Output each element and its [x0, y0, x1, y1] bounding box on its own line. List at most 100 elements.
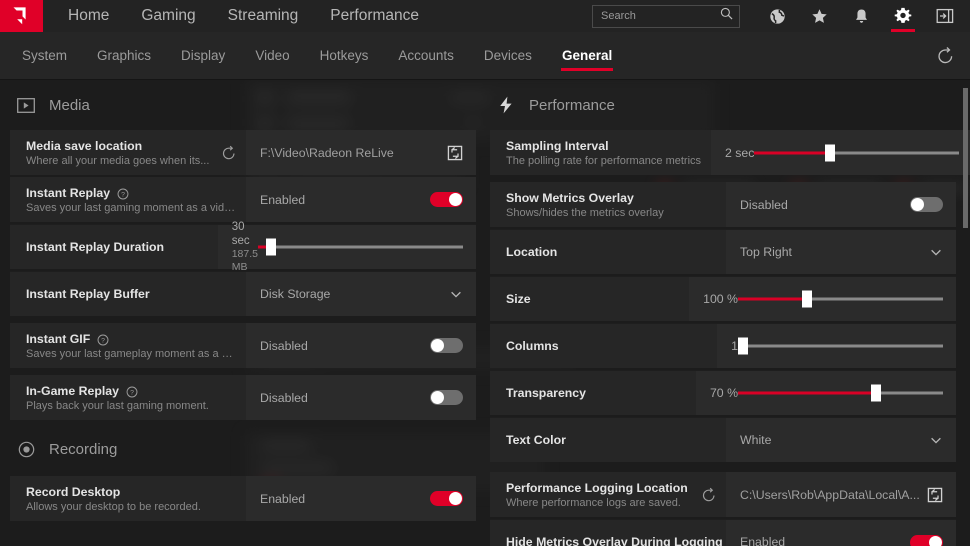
tab-video[interactable]: Video [240, 32, 304, 80]
tab-general[interactable]: General [547, 32, 627, 80]
settings-columns: Media Media save location Where all your… [0, 80, 970, 546]
nav-item-gaming[interactable]: Gaming [125, 0, 211, 32]
tab-devices[interactable]: Devices [469, 32, 547, 80]
section-title: Performance [529, 97, 615, 114]
tab-hotkeys[interactable]: Hotkeys [305, 32, 384, 80]
chevron-down-icon[interactable] [929, 245, 943, 259]
toggle-instant-replay[interactable] [430, 192, 463, 207]
amd-logo[interactable] [0, 0, 43, 32]
browse-icon[interactable] [927, 487, 943, 503]
row-control-area[interactable]: C:\Users\Rob\AppData\Local\A... [726, 472, 956, 517]
search-icon [720, 7, 733, 25]
reset-icon[interactable] [221, 145, 237, 161]
search-placeholder: Search [601, 10, 720, 22]
toggle-hide-metrics-overlay[interactable] [910, 535, 943, 546]
slider-sampling-interval[interactable] [754, 145, 959, 161]
right-column: Performance Sampling Interval The pollin… [490, 80, 956, 546]
chevron-down-icon[interactable] [449, 287, 463, 301]
setting-row-instant-replay-buffer[interactable]: Instant Replay Buffer Disk Storage [10, 271, 476, 316]
toggle-in-game-replay[interactable] [430, 390, 463, 405]
main-nav: Home Gaming Streaming Performance [52, 0, 435, 32]
toggle-record-desktop[interactable] [430, 491, 463, 506]
row-label-area: Instant GIF ? Saves your last gameplay m… [10, 323, 246, 368]
setting-title: Sampling Interval [506, 139, 609, 153]
slider-instant-replay-duration[interactable] [258, 239, 463, 255]
top-bar: Home Gaming Streaming Performance Search [0, 0, 970, 32]
setting-title: Show Metrics Overlay [506, 191, 634, 205]
reset-icon[interactable] [934, 45, 956, 67]
gear-icon[interactable] [882, 0, 924, 32]
setting-row-instant-replay[interactable]: Instant Replay ? Saves your last gaming … [10, 177, 476, 222]
help-icon[interactable]: ? [117, 187, 129, 199]
row-label-area: Size [490, 277, 689, 321]
row-control-area[interactable]: Disabled [246, 323, 476, 368]
row-control-area[interactable]: 30 sec 187.5 MB [218, 225, 476, 269]
nav-item-streaming[interactable]: Streaming [212, 0, 315, 32]
row-control-area[interactable]: Enabled [246, 177, 476, 222]
panel-toggle-icon[interactable] [924, 0, 966, 32]
slider-size[interactable] [738, 291, 943, 307]
row-control-area[interactable]: 1 [717, 324, 956, 368]
slider-columns[interactable] [738, 338, 943, 354]
performance-icon [497, 96, 515, 114]
setting-row-sampling-interval[interactable]: Sampling Interval The polling rate for p… [490, 130, 956, 175]
globe-icon[interactable] [756, 0, 798, 32]
row-control-area[interactable]: 100 % [689, 277, 956, 321]
setting-row-show-metrics-overlay[interactable]: Show Metrics Overlay Shows/hides the met… [490, 182, 956, 227]
row-control-area[interactable]: Disabled [726, 182, 956, 227]
tab-graphics[interactable]: Graphics [82, 32, 166, 80]
setting-value: Disabled [260, 339, 308, 353]
toggle-show-metrics-overlay[interactable] [910, 197, 943, 212]
row-control-area[interactable]: Disabled [246, 375, 476, 420]
row-control-area[interactable]: F:\Video\Radeon ReLive [246, 130, 476, 175]
row-control-area[interactable]: Enabled [246, 476, 476, 521]
row-label-area: Columns [490, 324, 717, 368]
setting-row-performance-logging-location[interactable]: Performance Logging Location Where perfo… [490, 472, 956, 517]
row-control-area[interactable]: 70 % [696, 371, 956, 415]
star-icon[interactable] [798, 0, 840, 32]
tab-label: Accounts [398, 48, 454, 63]
setting-row-instant-gif[interactable]: Instant GIF ? Saves your last gameplay m… [10, 323, 476, 368]
row-label-area: Performance Logging Location Where perfo… [490, 472, 726, 517]
setting-row-transparency[interactable]: Transparency 70 % [490, 370, 956, 415]
setting-value: 2 sec [725, 146, 754, 160]
slider-transparency[interactable] [738, 385, 943, 401]
setting-value: Top Right [740, 245, 792, 259]
setting-title: Instant Replay [26, 186, 110, 200]
setting-row-instant-replay-duration[interactable]: Instant Replay Duration 30 sec 187.5 MB [10, 224, 476, 269]
nav-item-home[interactable]: Home [52, 0, 125, 32]
chevron-down-icon[interactable] [929, 433, 943, 447]
setting-value: Disabled [740, 198, 788, 212]
setting-description: Where all your media goes when its... [26, 155, 236, 167]
setting-row-in-game-replay[interactable]: In-Game Replay ? Plays back your last ga… [10, 375, 476, 420]
help-icon[interactable]: ? [126, 385, 138, 397]
help-icon[interactable]: ? [97, 333, 109, 345]
tab-accounts[interactable]: Accounts [383, 32, 469, 80]
reset-icon[interactable] [701, 487, 717, 503]
setting-row-location[interactable]: Location Top Right [490, 229, 956, 274]
row-label-area: Instant Replay Duration [10, 225, 218, 269]
toggle-instant-gif[interactable] [430, 338, 463, 353]
row-control-area[interactable]: Disk Storage [246, 272, 476, 316]
setting-row-text-color[interactable]: Text Color White [490, 417, 956, 462]
vertical-scrollbar[interactable] [963, 84, 968, 542]
row-control-area[interactable]: Top Right [726, 230, 956, 274]
setting-title: In-Game Replay [26, 384, 119, 398]
browse-icon[interactable] [447, 145, 463, 161]
tab-display[interactable]: Display [166, 32, 240, 80]
setting-row-hide-metrics-overlay-during-logging[interactable]: Hide Metrics Overlay During Logging Enab… [490, 519, 956, 546]
setting-row-media-save-location[interactable]: Media save location Where all your media… [10, 130, 476, 175]
scrollbar-thumb[interactable] [963, 88, 968, 228]
setting-row-columns[interactable]: Columns 1 [490, 323, 956, 368]
row-control-area[interactable]: 2 sec [711, 130, 970, 175]
tab-system[interactable]: System [7, 32, 82, 80]
row-control-area[interactable]: White [726, 418, 956, 462]
bell-icon[interactable] [840, 0, 882, 32]
media-icon [17, 96, 35, 114]
row-label-area: Hide Metrics Overlay During Logging [490, 520, 726, 546]
setting-row-record-desktop[interactable]: Record Desktop Allows your desktop to be… [10, 476, 476, 521]
row-control-area[interactable]: Enabled [726, 520, 956, 546]
nav-item-performance[interactable]: Performance [314, 0, 435, 32]
setting-row-size[interactable]: Size 100 % [490, 276, 956, 321]
search-input[interactable]: Search [592, 5, 740, 28]
